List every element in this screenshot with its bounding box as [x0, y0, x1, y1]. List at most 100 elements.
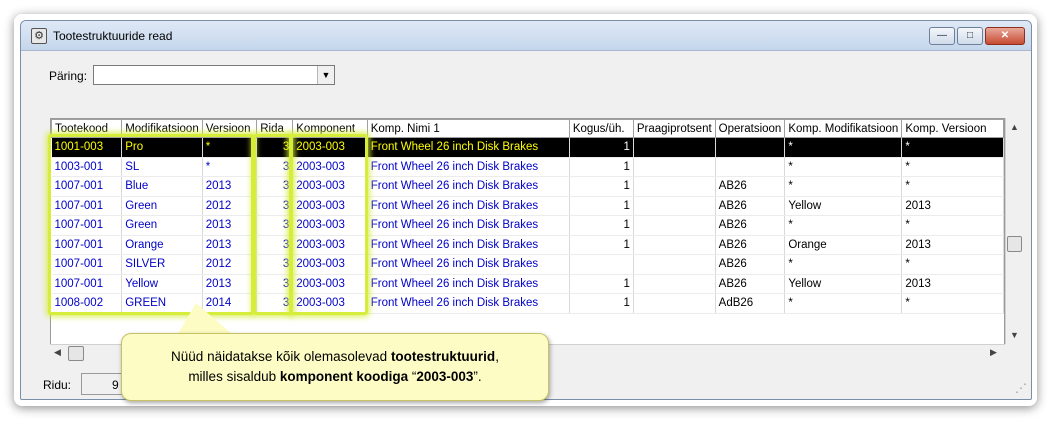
table-cell[interactable]: 2003-003	[292, 235, 368, 255]
table-cell[interactable]: 3	[256, 157, 294, 177]
table-cell[interactable]: 2013	[202, 176, 258, 197]
table-cell[interactable]: *	[901, 176, 1004, 197]
table-cell[interactable]: Front Wheel 26 inch Disk Brakes	[367, 137, 570, 158]
table-cell[interactable]: 1	[569, 196, 634, 216]
table-cell[interactable]	[633, 293, 716, 314]
column-header[interactable]: Komponent	[292, 119, 368, 138]
table-cell[interactable]: AdB26	[715, 293, 786, 314]
table-cell[interactable]: Yellow	[784, 196, 903, 216]
table-cell[interactable]: AB26	[715, 274, 786, 294]
table-cell[interactable]	[633, 196, 716, 216]
table-cell[interactable]: AB26	[715, 196, 786, 216]
table-cell[interactable]: SL	[121, 157, 203, 177]
table-cell[interactable]: 2003-003	[292, 274, 368, 294]
table-cell[interactable]: 2003-003	[292, 196, 368, 216]
table-cell[interactable]: 2003-003	[292, 215, 368, 236]
table-cell[interactable]: Pro	[121, 137, 203, 158]
table-cell[interactable]: 2003-003	[292, 157, 368, 177]
table-cell[interactable]: 1007-001	[51, 254, 123, 275]
table-cell[interactable]: 2003-003	[292, 137, 368, 158]
table-cell[interactable]: 1	[569, 274, 634, 294]
table-cell[interactable]: 1007-001	[51, 235, 123, 255]
table-cell[interactable]	[715, 137, 786, 158]
table-cell[interactable]: 1	[569, 176, 634, 197]
close-button[interactable]: ✕	[985, 27, 1025, 45]
table-cell[interactable]: 1007-001	[51, 274, 123, 294]
table-cell[interactable]: AB26	[715, 215, 786, 236]
maximize-button[interactable]: □	[957, 27, 983, 45]
title-bar[interactable]: ⚙ Tootestruktuuride read — □ ✕	[21, 21, 1031, 51]
table-cell[interactable]: *	[784, 254, 903, 275]
table-cell[interactable]: Front Wheel 26 inch Disk Brakes	[367, 274, 570, 294]
table-cell[interactable]: 3	[256, 274, 294, 294]
table-cell[interactable]: 3	[256, 176, 294, 197]
column-header[interactable]: Versioon	[201, 119, 258, 138]
table-cell[interactable]: Yellow	[121, 274, 203, 294]
table-cell[interactable]	[633, 274, 716, 294]
table-cell[interactable]: *	[784, 157, 903, 177]
table-cell[interactable]: *	[202, 157, 258, 177]
table-cell[interactable]: Front Wheel 26 inch Disk Brakes	[367, 196, 570, 216]
table-cell[interactable]: 1008-002	[51, 293, 123, 314]
table-cell[interactable]	[633, 254, 716, 275]
table-row[interactable]: 1007-001 SILVER 2012 3 2003-003 Front Wheel 2…	[51, 254, 1004, 275]
table-row[interactable]: 1007-001 Yellow 2013 3 2003-003 Front Wheel 2…	[51, 274, 1004, 294]
scroll-right-icon[interactable]: ▶	[990, 347, 997, 358]
table-cell[interactable]: 3	[256, 235, 294, 255]
table-cell[interactable]: 1007-001	[51, 196, 123, 216]
table-cell[interactable]: *	[901, 137, 1004, 158]
table-cell[interactable]: 3	[256, 137, 294, 158]
table-cell[interactable]	[633, 137, 716, 158]
table-cell[interactable]: 2003-003	[292, 176, 368, 197]
table-row[interactable]: 1001-003 Pro * 3 2003-003 Front Wheel 26 inch…	[51, 137, 1004, 158]
table-cell[interactable]	[633, 215, 716, 236]
column-header[interactable]: Komp. Nimi 1	[366, 119, 570, 138]
table-cell[interactable]: *	[901, 293, 1004, 314]
table-cell[interactable]: *	[784, 215, 903, 236]
horizontal-scroll-thumb[interactable]	[68, 346, 84, 361]
table-cell[interactable]: Yellow	[784, 274, 903, 294]
vertical-scrollbar[interactable]: ▲ ▼	[1005, 118, 1022, 344]
table-cell[interactable]: Front Wheel 26 inch Disk Brakes	[367, 254, 570, 275]
table-cell[interactable]: 3	[256, 293, 294, 314]
table-cell[interactable]: Front Wheel 26 inch Disk Brakes	[367, 235, 570, 255]
vertical-scroll-thumb[interactable]	[1007, 236, 1022, 252]
scroll-down-icon[interactable]: ▼	[1010, 330, 1019, 340]
table-cell[interactable]: *	[901, 254, 1004, 275]
table-cell[interactable]: 2012	[202, 254, 258, 275]
table-cell[interactable]: 1007-001	[51, 215, 123, 236]
query-dropdown[interactable]: ▼	[93, 65, 335, 85]
column-header[interactable]: Operatsioon	[714, 119, 786, 138]
scroll-left-icon[interactable]: ◀	[54, 347, 61, 358]
table-cell[interactable]: 1	[569, 235, 634, 255]
table-cell[interactable]: Front Wheel 26 inch Disk Brakes	[367, 157, 570, 177]
table-cell[interactable]: 3	[256, 254, 294, 275]
table-cell[interactable]: 3	[256, 215, 294, 236]
table-cell[interactable]: Front Wheel 26 inch Disk Brakes	[367, 293, 570, 314]
table-cell[interactable]: Blue	[121, 176, 203, 197]
column-header[interactable]: Komp. Modifikatsioon	[784, 119, 903, 138]
table-cell[interactable]: 2013	[202, 235, 258, 255]
table-cell[interactable]: Front Wheel 26 inch Disk Brakes	[367, 176, 570, 197]
table-cell[interactable]: 2013	[901, 235, 1004, 255]
table-cell[interactable]: 3	[256, 196, 294, 216]
table-cell[interactable]: 1003-001	[51, 157, 123, 177]
table-row[interactable]: 1007-001 Green 2013 3 2003-003 Front Wheel 26…	[51, 215, 1004, 236]
table-cell[interactable]: 1	[569, 293, 634, 314]
table-cell[interactable]	[633, 235, 716, 255]
table-row[interactable]: 1007-001 Green 2012 3 2003-003 Front Wheel 26…	[51, 196, 1004, 216]
table-cell[interactable]: 2013	[901, 274, 1004, 294]
table-cell[interactable]	[633, 176, 716, 197]
table-cell[interactable]: 1	[569, 157, 634, 177]
table-cell[interactable]: 2012	[202, 196, 258, 216]
table-row[interactable]: 1003-001 SL * 3 2003-003 Front Wheel 26 inch …	[51, 157, 1004, 177]
table-cell[interactable]: Orange	[784, 235, 903, 255]
column-header[interactable]: Kogus/üh.	[568, 119, 634, 138]
table-cell[interactable]: *	[202, 137, 258, 158]
table-cell[interactable]: 2013	[901, 196, 1004, 216]
table-cell[interactable]: AB26	[715, 254, 786, 275]
column-header[interactable]: Rida	[256, 119, 294, 138]
table-cell[interactable]: 1007-001	[51, 176, 123, 197]
table-cell[interactable]: 1	[569, 215, 634, 236]
table-cell[interactable]: *	[784, 176, 903, 197]
